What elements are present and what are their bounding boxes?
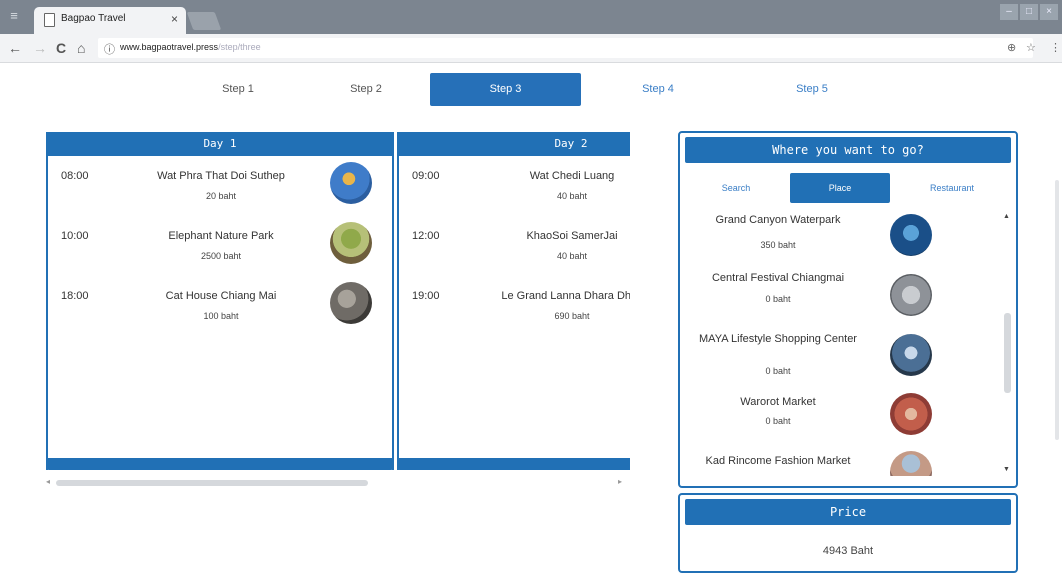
place-name: Central Festival Chiangmai	[711, 272, 845, 284]
place-list-scrollbar[interactable]: ▲ ▼	[1002, 213, 1012, 473]
item-price: 2500 baht	[200, 251, 242, 261]
price-panel: Price 4943 Baht	[678, 493, 1018, 573]
minimize-button[interactable]: –	[1000, 4, 1018, 20]
item-name: KhaoSoi SamerJai	[526, 230, 618, 242]
zoom-icon[interactable]: ⊕	[1007, 41, 1016, 54]
day-1-footer	[46, 458, 394, 470]
itinerary-item[interactable]: 09:00 Wat Chedi Luang 40 baht	[399, 162, 630, 212]
close-window-button[interactable]: ×	[1040, 4, 1058, 20]
day-1-title: Day 1	[48, 132, 392, 156]
maximize-button[interactable]: □	[1020, 4, 1038, 20]
place-price: 0 baht	[765, 294, 791, 304]
place-price: 0 baht	[765, 416, 791, 426]
itinerary-item[interactable]: 18:00 Cat House Chiang Mai 100 baht	[48, 282, 392, 332]
browser-menu-icon[interactable]: ⋮	[1050, 41, 1061, 54]
scroll-left-icon[interactable]: ◂	[46, 477, 50, 486]
place-name: Kad Rincome Fashion Market	[705, 455, 851, 467]
place-name: Warorot Market	[740, 396, 816, 408]
place-photo	[890, 334, 932, 376]
tab-search[interactable]: Search	[686, 173, 786, 203]
tab-place[interactable]: Place	[790, 173, 890, 203]
item-time: 09:00	[412, 170, 440, 182]
item-name: Le Grand Lanna Dhara Dhev	[501, 290, 630, 302]
new-tab-button[interactable]	[186, 12, 222, 30]
page-icon	[44, 13, 55, 27]
item-price: 20 baht	[205, 191, 237, 201]
browser-tab[interactable]: Bagpao Travel ×	[34, 7, 186, 34]
item-name: Wat Chedi Luang	[529, 170, 615, 182]
day-2-footer	[399, 458, 630, 470]
page-scrollbar[interactable]	[1055, 180, 1059, 440]
place-item[interactable]: MAYA Lifestyle Shopping Center 0 baht	[686, 333, 992, 393]
tab-restaurant[interactable]: Restaurant	[902, 173, 1002, 203]
place-price: 350 baht	[760, 240, 796, 250]
place-photo	[890, 451, 932, 476]
place-item[interactable]: Grand Canyon Waterpark 350 baht	[686, 214, 992, 274]
price-panel-title: Price	[685, 499, 1011, 525]
day-1-column: Day 1 08:00 Wat Phra That Doi Suthep 20 …	[46, 132, 394, 470]
place-photo	[890, 274, 932, 316]
place-price: 0 baht	[765, 366, 791, 376]
forward-button[interactable]: →	[33, 40, 47, 56]
item-time: 12:00	[412, 230, 440, 242]
step-1-tab[interactable]: Step 1	[190, 73, 286, 106]
item-price: 40 baht	[556, 251, 588, 261]
window-controls: – □ ×	[1000, 4, 1058, 22]
back-button[interactable]: ←	[8, 40, 22, 56]
item-name: Cat House Chiang Mai	[165, 290, 277, 302]
scroll-up-icon[interactable]: ▲	[1003, 213, 1010, 220]
info-icon[interactable]: ⓘ	[104, 41, 115, 57]
item-price: 40 baht	[556, 191, 588, 201]
place-name: Grand Canyon Waterpark	[715, 214, 841, 226]
scrollbar-thumb[interactable]	[56, 480, 368, 486]
item-name: Elephant Nature Park	[168, 230, 274, 242]
place-list: Grand Canyon Waterpark 350 baht Central …	[680, 209, 1002, 476]
star-icon[interactable]: ☆	[1026, 41, 1036, 54]
place-photo	[330, 162, 372, 204]
price-total: 4943 Baht	[822, 545, 874, 557]
tab-close-icon[interactable]: ×	[171, 12, 178, 26]
horizontal-scrollbar[interactable]: ◂ ▸	[46, 477, 630, 488]
reload-button[interactable]: C	[56, 40, 66, 56]
step-3-tab[interactable]: Step 3	[430, 73, 581, 106]
place-photo	[890, 214, 932, 256]
address-bar: ← → C ⌂ ⓘ www.bagpaotravel.press/step/th…	[0, 34, 1062, 63]
step-5-tab[interactable]: Step 5	[764, 73, 860, 106]
place-photo	[330, 282, 372, 324]
scrollbar-thumb[interactable]	[1004, 313, 1011, 393]
place-photo	[890, 393, 932, 435]
day-2-title: Day 2	[399, 132, 630, 156]
item-price: 690 baht	[554, 311, 590, 321]
browser-app-icon[interactable]: ≡	[6, 8, 22, 24]
itinerary-item[interactable]: 19:00 Le Grand Lanna Dhara Dhev 690 baht	[399, 282, 630, 332]
item-time: 08:00	[61, 170, 89, 182]
browser-tab-bar: ≡ Bagpao Travel × – □ ×	[0, 0, 1062, 34]
where-panel: Where you want to go? Search Place Resta…	[678, 131, 1018, 488]
scroll-down-icon[interactable]: ▼	[1003, 466, 1010, 473]
step-4-tab[interactable]: Step 4	[610, 73, 706, 106]
itinerary-item[interactable]: 08:00 Wat Phra That Doi Suthep 20 baht	[48, 162, 392, 212]
item-time: 10:00	[61, 230, 89, 242]
tab-title: Bagpao Travel	[61, 13, 126, 24]
item-price: 100 baht	[203, 311, 239, 321]
scroll-right-icon[interactable]: ▸	[618, 477, 622, 486]
step-2-tab[interactable]: Step 2	[318, 73, 414, 106]
day-2-column: Day 2 09:00 Wat Chedi Luang 40 baht 12:0…	[397, 132, 630, 470]
place-name: MAYA Lifestyle Shopping Center	[699, 333, 857, 345]
itinerary-item[interactable]: 12:00 KhaoSoi SamerJai 40 baht	[399, 222, 630, 272]
url-text: www.bagpaotravel.press/step/three	[120, 42, 261, 52]
itinerary-item[interactable]: 10:00 Elephant Nature Park 2500 baht	[48, 222, 392, 272]
place-item[interactable]: Kad Rincome Fashion Market	[686, 451, 992, 476]
item-time: 18:00	[61, 290, 89, 302]
place-item[interactable]: Central Festival Chiangmai 0 baht	[686, 272, 992, 332]
url-input[interactable]: ⓘ www.bagpaotravel.press/step/three	[98, 38, 1033, 58]
where-panel-title: Where you want to go?	[685, 137, 1011, 163]
home-button[interactable]: ⌂	[77, 40, 85, 56]
item-name: Wat Phra That Doi Suthep	[157, 170, 285, 182]
item-time: 19:00	[412, 290, 440, 302]
place-item[interactable]: Warorot Market 0 baht	[686, 393, 992, 456]
place-photo	[330, 222, 372, 264]
